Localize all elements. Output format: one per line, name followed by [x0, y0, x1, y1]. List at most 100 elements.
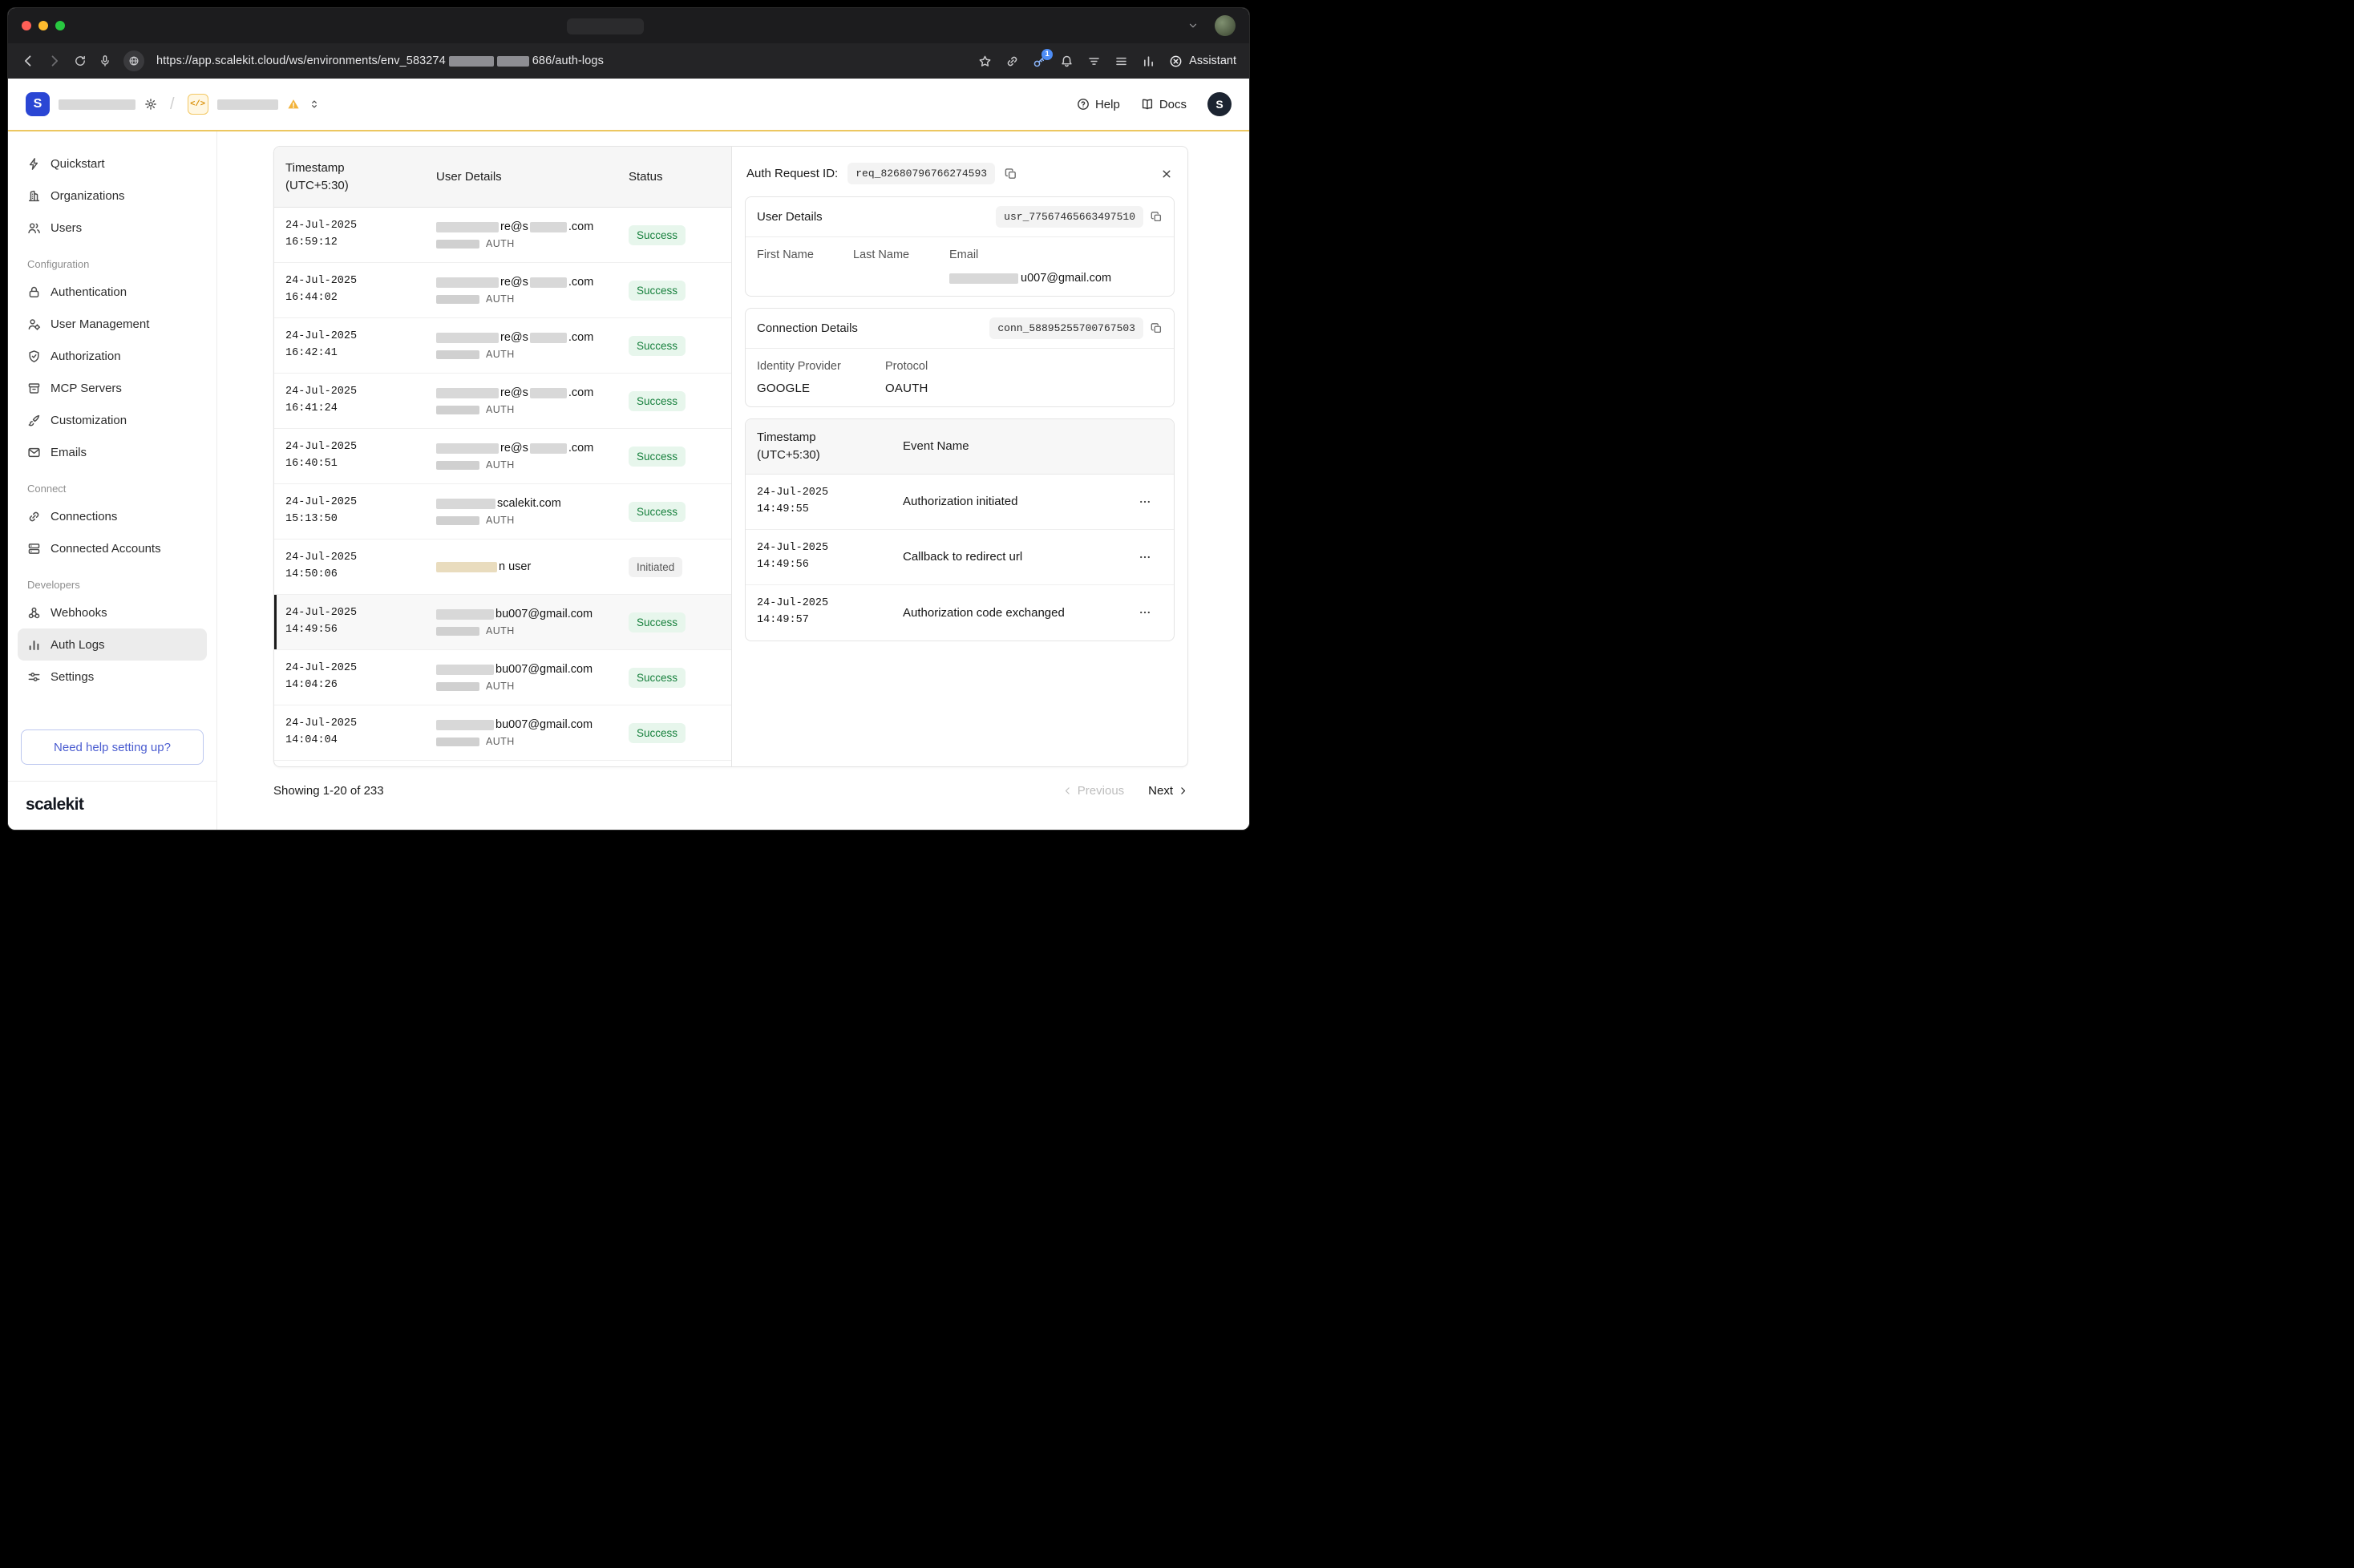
- sidebar-item-label: Connections: [51, 510, 117, 523]
- traffic-lights: [22, 21, 65, 30]
- connection-id-value[interactable]: conn_58895255700767503: [989, 317, 1143, 339]
- close-icon[interactable]: [1160, 168, 1173, 180]
- log-row[interactable]: 24-Jul-202514:49:56bu007@gmail.comAUTHSu…: [274, 595, 731, 650]
- forward-icon[interactable]: [47, 54, 62, 68]
- auth-request-id-value[interactable]: req_82680796766274593: [847, 163, 995, 184]
- log-table-body: 24-Jul-202516:59:12re@s.comAUTHSuccess 24…: [274, 208, 731, 766]
- user-id-value[interactable]: usr_77567465663497510: [996, 206, 1143, 228]
- log-row[interactable]: 24-Jul-202516:42:41re@s.comAUTHSuccess: [274, 318, 731, 374]
- back-icon[interactable]: [21, 54, 35, 68]
- log-row[interactable]: 24-Jul-202514:50:06n userInitiated: [274, 540, 731, 595]
- log-row[interactable]: 24-Jul-202516:44:02re@s.comAUTHSuccess: [274, 263, 731, 318]
- event-menu-button[interactable]: [1139, 606, 1151, 619]
- sidebar-item-authentication[interactable]: Authentication: [18, 276, 207, 308]
- lock-icon: [27, 285, 41, 299]
- redacted-text: [949, 273, 1018, 284]
- copy-link-icon[interactable]: [1005, 55, 1019, 68]
- passwords-button[interactable]: 1: [1033, 55, 1046, 68]
- status-badge: Success: [629, 612, 686, 632]
- environment-switcher-icon[interactable]: [309, 99, 320, 110]
- log-row[interactable]: 24-Jul-202514:04:26bu007@gmail.comAUTHSu…: [274, 650, 731, 705]
- event-name: Authorization code exchanged: [903, 606, 1139, 620]
- log-user-details: re@s.comAUTH: [436, 442, 629, 471]
- sidebar-item-settings[interactable]: Settings: [18, 661, 207, 693]
- previous-page-button[interactable]: Previous: [1062, 784, 1124, 798]
- sidebar-item-users[interactable]: Users: [18, 212, 207, 244]
- filter-lines-icon[interactable]: [1087, 55, 1101, 68]
- sidebar-item-organizations[interactable]: Organizations: [18, 180, 207, 212]
- sidebar-item-quickstart[interactable]: Quickstart: [18, 148, 207, 180]
- help-icon: [1077, 98, 1090, 111]
- log-auth-type: AUTH: [486, 625, 515, 636]
- workspace-logo[interactable]: S: [26, 92, 50, 116]
- globe-icon: [128, 55, 140, 67]
- sidebar-item-user-management[interactable]: User Management: [18, 308, 207, 340]
- copy-icon[interactable]: [1151, 211, 1163, 223]
- sidebar-item-authorization[interactable]: Authorization: [18, 340, 207, 372]
- log-user-text: re@s: [500, 442, 528, 455]
- user-details-card: User Details usr_77567465663497510 First…: [745, 196, 1175, 297]
- event-menu-button[interactable]: [1139, 495, 1151, 508]
- redacted-text: [436, 682, 479, 691]
- chart-icon: [27, 638, 41, 652]
- sidebar-item-auth-logs[interactable]: Auth Logs: [18, 628, 207, 661]
- sidebar-item-label: Auth Logs: [51, 638, 105, 652]
- menu-icon[interactable]: [1114, 55, 1128, 68]
- reload-icon[interactable]: [74, 55, 87, 67]
- address-bar[interactable]: https://app.scalekit.cloud/ws/environmen…: [156, 55, 604, 67]
- browser-profile-avatar[interactable]: [1215, 15, 1236, 36]
- sidebar-item-customization[interactable]: Customization: [18, 404, 207, 436]
- log-auth-type: AUTH: [486, 293, 515, 305]
- help-link[interactable]: Help: [1077, 98, 1120, 111]
- next-page-button[interactable]: Next: [1148, 784, 1188, 798]
- bookmark-star-icon[interactable]: [978, 55, 992, 68]
- log-timestamp: 24-Jul-202515:13:50: [285, 495, 436, 528]
- zoom-window-button[interactable]: [55, 21, 65, 30]
- stack-icon: [27, 542, 41, 556]
- user-details-title: User Details: [757, 210, 823, 224]
- log-user-text: .com: [568, 331, 593, 344]
- docs-link[interactable]: Docs: [1141, 98, 1187, 111]
- redacted-environment-name: [217, 99, 278, 110]
- app-header: S / </> Help Docs S: [8, 79, 1249, 131]
- sidebar-item-webhooks[interactable]: Webhooks: [18, 596, 207, 628]
- need-help-button[interactable]: Need help setting up?: [21, 729, 204, 765]
- server-icon: [27, 382, 41, 395]
- scalekit-logo: scalekit: [26, 795, 83, 814]
- log-user-details: bu007@gmail.comAUTH: [436, 718, 629, 747]
- log-auth-type: AUTH: [486, 404, 515, 415]
- sidebar-section-title: Configuration: [27, 258, 197, 270]
- sidebar-item-emails[interactable]: Emails: [18, 436, 207, 468]
- tab-overview-chevron-icon[interactable]: [1187, 20, 1199, 31]
- sidebar-item-connected-accounts[interactable]: Connected Accounts: [18, 532, 207, 564]
- extensions-icon[interactable]: [1060, 55, 1074, 68]
- log-row[interactable]: 24-Jul-202516:40:51re@s.comAUTHSuccess: [274, 429, 731, 484]
- minimize-window-button[interactable]: [38, 21, 48, 30]
- redacted-text: [497, 56, 529, 67]
- log-row[interactable]: 24-Jul-202516:59:12re@s.comAUTHSuccess: [274, 208, 731, 263]
- log-row[interactable]: 24-Jul-202514:04:04bu007@gmail.comAUTHSu…: [274, 705, 731, 761]
- copy-icon[interactable]: [1151, 322, 1163, 334]
- assistant-button[interactable]: Assistant: [1169, 55, 1236, 68]
- environment-code-icon: </>: [188, 94, 208, 115]
- copy-icon[interactable]: [1005, 168, 1017, 180]
- site-info-button[interactable]: [123, 51, 144, 71]
- redacted-text: [530, 222, 567, 232]
- log-auth-type: AUTH: [486, 681, 515, 692]
- event-menu-button[interactable]: [1139, 551, 1151, 564]
- log-user-text: bu007@gmail.com: [495, 608, 593, 620]
- assistant-label: Assistant: [1189, 55, 1236, 67]
- user-avatar[interactable]: S: [1207, 92, 1232, 116]
- gear-icon[interactable]: [144, 98, 157, 111]
- status-badge: Success: [629, 225, 686, 245]
- sidebar-item-mcp-servers[interactable]: MCP Servers: [18, 372, 207, 404]
- equalizer-icon[interactable]: [1142, 55, 1155, 68]
- log-row[interactable]: 24-Jul-202515:13:50scalekit.comAUTHSucce…: [274, 484, 731, 540]
- log-row[interactable]: 24-Jul-202516:41:24re@s.comAUTHSuccess: [274, 374, 731, 429]
- mic-icon[interactable]: [99, 55, 111, 67]
- email-value: u007@gmail.com: [949, 272, 1163, 285]
- sidebar-item-connections[interactable]: Connections: [18, 500, 207, 532]
- close-window-button[interactable]: [22, 21, 31, 30]
- status-badge: Success: [629, 281, 686, 301]
- sidebar-item-label: Users: [51, 221, 82, 235]
